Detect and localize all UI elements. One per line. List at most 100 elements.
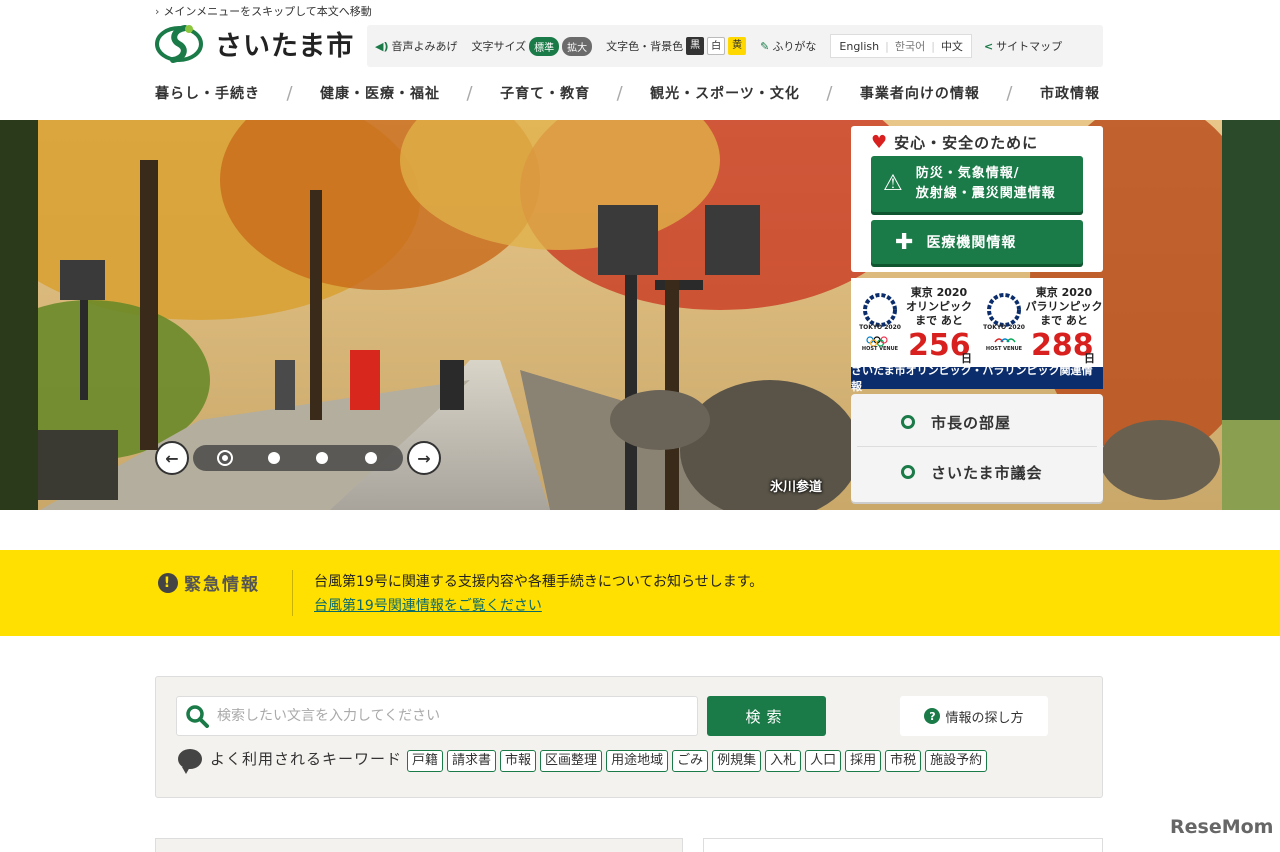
lang-korean-link[interactable]: 한국어 bbox=[895, 38, 925, 54]
circle-bullet-icon bbox=[901, 465, 915, 479]
emergency-label: ! 緊急情報 bbox=[158, 570, 260, 595]
olympic-info-link[interactable]: さいたま市オリンピック・パラリンピック関連情報 bbox=[851, 364, 1103, 393]
safety-title-label: 安心・安全のために bbox=[894, 134, 1039, 152]
nav-item-city-admin[interactable]: 市政情報 bbox=[1040, 83, 1100, 103]
color-black-button[interactable]: 黒 bbox=[686, 37, 705, 55]
font-size-label: 文字サイズ bbox=[471, 40, 527, 53]
hero-caption: 氷川参道 bbox=[770, 480, 823, 495]
color-white-button[interactable]: 白 bbox=[707, 37, 726, 55]
disaster-line1: 防災・気象情報/ bbox=[915, 166, 1020, 181]
disaster-line2: 放射線・震災関連情報 bbox=[915, 186, 1056, 201]
keyword-tag[interactable]: 市税 bbox=[885, 750, 922, 772]
slide-next-button[interactable]: → bbox=[407, 441, 441, 475]
slide-dot-1[interactable] bbox=[219, 452, 232, 464]
keyword-tag[interactable]: 区画整理 bbox=[540, 750, 603, 772]
warning-icon: ⚠ bbox=[883, 171, 904, 196]
furigana-button[interactable]: ✎ ふりがな bbox=[760, 38, 816, 54]
olympic-title1: 東京 2020 bbox=[910, 286, 968, 299]
slide-dot-4[interactable] bbox=[364, 452, 377, 464]
nav-divider: / bbox=[826, 82, 834, 104]
mayor-room-label: 市長の部屋 bbox=[931, 413, 1012, 432]
search-input[interactable] bbox=[217, 708, 687, 724]
search-howto-button[interactable]: ? 情報の探し方 bbox=[900, 696, 1048, 736]
divider bbox=[292, 570, 293, 616]
emergency-link[interactable]: 台風第19号関連情報をご覧ください bbox=[314, 595, 542, 615]
arrow-right-icon: → bbox=[417, 448, 431, 468]
keyword-tag[interactable]: 用途地域 bbox=[606, 750, 669, 772]
plus-icon: ✚ bbox=[895, 229, 915, 255]
tokyo2020-paralympic-emblem-icon bbox=[987, 293, 1021, 343]
lang-english-link[interactable]: English bbox=[839, 40, 879, 53]
safety-title: ♥ 安心・安全のために bbox=[871, 132, 1038, 153]
search-icon bbox=[186, 705, 209, 728]
keyword-tag[interactable]: 市報 bbox=[500, 750, 537, 772]
paralympic-title2: パラリンピック bbox=[1025, 300, 1103, 313]
color-group: 文字色・背景色 黒 白 黄 bbox=[606, 37, 747, 55]
sitemap-link[interactable]: < サイトマップ bbox=[984, 38, 1062, 54]
nav-divider: / bbox=[466, 82, 474, 104]
nav-item-living[interactable]: 暮らし・手続き bbox=[155, 83, 260, 103]
lang-chinese-link[interactable]: 中文 bbox=[941, 38, 963, 54]
quick-links-panel: 市長の部屋 さいたま市議会 bbox=[851, 394, 1103, 502]
content-box-left bbox=[155, 838, 683, 852]
keyword-tag[interactable]: 戸籍 bbox=[407, 750, 444, 772]
olympic-countdown: TOKYO 2020 HOST VENUE 東京 2020 オリンピック まで … bbox=[851, 284, 977, 366]
safety-panel: ♥ 安心・安全のために ⚠ 防災・気象情報/ 放射線・震災関連情報 ✚ 医療機関… bbox=[851, 126, 1103, 272]
nav-item-tourism[interactable]: 観光・スポーツ・文化 bbox=[650, 83, 800, 103]
furigana-label: ふりがな bbox=[772, 40, 817, 53]
voice-reader-button[interactable]: ◀) 音声よみあげ bbox=[375, 38, 458, 54]
circle-bullet-icon bbox=[901, 415, 915, 429]
mayor-room-link[interactable]: 市長の部屋 bbox=[851, 397, 1103, 447]
accessibility-toolbar: ◀) 音声よみあげ 文字サイズ 標準 拡大 文字色・背景色 黒 白 黄 ✎ ふり… bbox=[367, 25, 1103, 67]
sitemap-label: サイトマップ bbox=[996, 40, 1063, 53]
olympic-host-venue: HOST VENUE bbox=[861, 346, 899, 352]
paralympic-host-venue: HOST VENUE bbox=[985, 346, 1023, 352]
color-yellow-button[interactable]: 黄 bbox=[728, 37, 747, 55]
main-navigation: 暮らし・手続き / 健康・医療・福祉 / 子育て・教育 / 観光・スポーツ・文化… bbox=[155, 80, 1100, 106]
language-switcher: English | 한국어 | 中文 bbox=[830, 34, 972, 58]
nav-item-business[interactable]: 事業者向けの情報 bbox=[860, 83, 980, 103]
lang-divider: | bbox=[885, 39, 889, 53]
font-size-large-button[interactable]: 拡大 bbox=[562, 36, 593, 56]
search-box bbox=[176, 696, 698, 736]
olympic-title3: まで あと bbox=[915, 314, 963, 327]
slide-dot-2[interactable] bbox=[267, 452, 280, 464]
keyword-tag[interactable]: 請求書 bbox=[447, 750, 497, 772]
keyword-tag[interactable]: 採用 bbox=[845, 750, 882, 772]
paralympic-emblem-label: TOKYO 2020 bbox=[983, 324, 1025, 331]
heart-icon: ♥ bbox=[871, 132, 889, 153]
keyword-tag[interactable]: 入札 bbox=[765, 750, 802, 772]
keyword-tag[interactable]: ごみ bbox=[672, 750, 709, 772]
arrow-left-icon: ← bbox=[165, 448, 179, 468]
city-emblem-icon bbox=[155, 25, 203, 63]
keyword-tag[interactable]: 人口 bbox=[805, 750, 842, 772]
content-box-right bbox=[703, 838, 1103, 852]
emergency-banner: ! 緊急情報 台風第19号に関連する支援内容や各種手続きについてお知らせします。… bbox=[0, 550, 1280, 636]
keywords-label-text: よく利用されるキーワード bbox=[210, 750, 403, 768]
speaker-icon: ◀) bbox=[375, 39, 389, 53]
keyword-tag[interactable]: 施設予約 bbox=[925, 750, 988, 772]
medical-label: 医療機関情報 bbox=[926, 235, 1017, 251]
medical-info-button[interactable]: ✚ 医療機関情報 bbox=[871, 220, 1083, 264]
olympic-countdown-banner[interactable]: TOKYO 2020 HOST VENUE 東京 2020 オリンピック まで … bbox=[851, 278, 1103, 393]
nav-item-childcare[interactable]: 子育て・教育 bbox=[500, 83, 590, 103]
city-council-link[interactable]: さいたま市議会 bbox=[851, 447, 1103, 497]
slide-dot-3[interactable] bbox=[316, 452, 329, 464]
keywords-label: よく利用されるキーワード bbox=[178, 748, 403, 774]
search-button[interactable]: 検索 bbox=[707, 696, 826, 736]
font-size-standard-button[interactable]: 標準 bbox=[529, 36, 560, 56]
slide-prev-button[interactable]: ← bbox=[155, 441, 189, 475]
search-howto-label: 情報の探し方 bbox=[945, 710, 1024, 726]
share-icon: < bbox=[983, 39, 994, 53]
skip-link[interactable]: › メインメニューをスキップして本文へ移動 bbox=[155, 3, 372, 19]
paralympic-countdown: TOKYO 2020 HOST VENUE 東京 2020 パラリンピック まで… bbox=[977, 284, 1103, 366]
slide-dots bbox=[193, 445, 403, 471]
city-council-label: さいたま市議会 bbox=[931, 463, 1043, 482]
keyword-tag[interactable]: 例規集 bbox=[712, 750, 762, 772]
tokyo2020-olympic-emblem-icon bbox=[863, 293, 897, 347]
site-logo[interactable]: さいたま市 bbox=[155, 22, 354, 64]
disaster-info-button[interactable]: ⚠ 防災・気象情報/ 放射線・震災関連情報 bbox=[871, 156, 1083, 212]
paralympic-title3: まで あと bbox=[1040, 314, 1088, 327]
nav-item-health[interactable]: 健康・医療・福祉 bbox=[320, 83, 440, 103]
site-name: さいたま市 bbox=[215, 30, 355, 62]
